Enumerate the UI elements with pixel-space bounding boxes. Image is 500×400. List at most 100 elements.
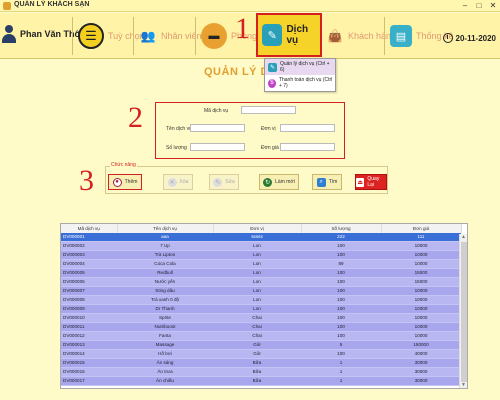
title-bar: QUẢN LÝ KHÁCH SẠN – □ ✕ <box>0 0 500 12</box>
cell-quantity: 1 <box>301 358 381 368</box>
price-field[interactable] <box>280 143 335 151</box>
scrollbar-thumb[interactable] <box>461 242 467 382</box>
refresh-button[interactable]: ↻ Làm mới <box>259 174 299 190</box>
table-row[interactable]: DV000008 Trà xanh 0 độ Lon 100 10000 <box>61 295 461 305</box>
unit-field[interactable] <box>280 124 335 132</box>
table-row[interactable]: DV000011 Nutriboost Chai 100 10000 <box>61 322 461 332</box>
table-row[interactable]: DV000012 Fanta Chai 100 10000 <box>61 331 461 341</box>
minimize-button[interactable]: – <box>460 1 470 11</box>
cell-price: 40000 <box>381 349 461 359</box>
column-header-name[interactable]: Tên dịch vụ <box>117 224 214 233</box>
cell-service-id: DV000016 <box>61 367 117 377</box>
scroll-down-icon[interactable]: ▼ <box>461 382 466 388</box>
cell-unit: Giờ <box>213 349 301 359</box>
cell-quantity: 100 <box>301 349 381 359</box>
column-header-quantity[interactable]: Số lượng <box>301 224 382 233</box>
table-header-row: Mã dịch vụ Tên dịch vụ Đơn vị Số lượng Đ… <box>61 224 462 233</box>
cell-service-name: Sting dâu <box>117 286 213 296</box>
dropdown-item-pay-service[interactable]: $ Thanh toán dịch vụ (Ctrl + 7) <box>265 75 335 91</box>
cell-quantity: 100 <box>301 313 381 323</box>
annotation-3: 3 <box>79 164 94 197</box>
cell-price: 30000 <box>381 358 461 368</box>
stats-icon: ▤ <box>390 25 412 47</box>
table-row[interactable]: DV000010 Sprite Chai 100 10000 <box>61 313 461 323</box>
table-row[interactable]: DV000004 Coca Cola Lon 89 10000 <box>61 259 461 269</box>
table-row[interactable]: DV000013 Massage Giờ 5 150000 <box>61 340 461 350</box>
cell-price: 30000 <box>381 376 461 386</box>
table-row[interactable]: DV000014 Hồ bơi Giờ 100 40000 <box>61 349 461 359</box>
cell-quantity: 1 <box>301 376 381 386</box>
cell-price: 15000 <box>381 268 461 278</box>
back-button[interactable]: ⏏ Quay Lại <box>355 174 387 190</box>
cell-service-id: DV000006 <box>61 277 117 287</box>
table-row[interactable]: DV000015 Ăn sáng Bữa 1 30000 <box>61 358 461 368</box>
add-button[interactable]: ● Thêm <box>108 174 142 190</box>
app-icon <box>3 2 11 10</box>
cell-service-name: 7 Up <box>117 241 213 251</box>
cell-price: 10000 <box>381 259 461 269</box>
cell-unit: sssss <box>213 233 301 242</box>
table-scrollbar[interactable]: ▲ ▼ <box>459 234 467 388</box>
cell-service-name: Trà Lipton <box>117 250 213 260</box>
search-icon: ⌕ <box>316 177 326 187</box>
cell-unit: Bữa <box>213 376 301 386</box>
scroll-up-icon[interactable]: ▲ <box>461 234 466 240</box>
table-row[interactable]: DV000001 aaa sssss 222 111 <box>61 233 461 242</box>
column-header-unit[interactable]: Đơn vị <box>213 224 302 233</box>
cell-service-id: DV000003 <box>61 250 117 260</box>
menu-divider <box>384 17 385 55</box>
quantity-label: Số lượng <box>166 145 187 151</box>
service-grid: Mã dịch vụ Tên dịch vụ Đơn vị Số lượng Đ… <box>61 224 462 386</box>
service-name-field[interactable] <box>190 124 245 132</box>
cell-unit: Lon <box>213 241 301 251</box>
dropdown-item-manage-service[interactable]: ✎ Quản lý dịch vụ (Ctrl + 6) <box>265 59 335 75</box>
cell-service-name: Ăn chiều <box>117 376 213 386</box>
cell-price: 10000 <box>381 313 461 323</box>
delete-button[interactable]: ✕ Xóa <box>163 174 193 190</box>
cell-unit: Lon <box>213 250 301 260</box>
table-row[interactable]: DV000002 7 Up Lon 100 10000 <box>61 241 461 251</box>
cell-service-name: Hồ bơi <box>117 349 213 359</box>
payment-icon: $ <box>268 78 276 88</box>
dropdown-item-label: Thanh toán dịch vụ (Ctrl + 7) <box>278 77 333 89</box>
menu-item-staff[interactable]: 👥 Nhân viên <box>135 17 202 55</box>
date-text: 20-11-2020 <box>455 33 496 43</box>
edit-button[interactable]: ✎ Sửa <box>209 174 239 190</box>
maximize-button[interactable]: □ <box>474 1 484 11</box>
table-row[interactable]: DV000017 Ăn chiều Bữa 1 30000 <box>61 376 461 386</box>
cell-price: 15000 <box>381 277 461 287</box>
cell-quantity: 100 <box>301 268 381 278</box>
cell-unit: Chai <box>213 331 301 341</box>
exit-icon: ⏏ <box>356 177 365 187</box>
service-id-field[interactable] <box>241 106 296 114</box>
cell-service-id: DV000011 <box>61 322 117 332</box>
cell-service-id: DV000010 <box>61 313 117 323</box>
cell-service-name: aaa <box>117 233 213 242</box>
table-row[interactable]: DV000006 Nước yến Lon 100 15000 <box>61 277 461 287</box>
table-row[interactable]: DV000005 Redbull Lon 100 15000 <box>61 268 461 278</box>
cell-service-name: Dr Thanh <box>117 304 213 314</box>
cell-unit: Bữa <box>213 367 301 377</box>
cell-service-id: DV000005 <box>61 268 117 278</box>
cell-unit: Lon <box>213 259 301 269</box>
close-button[interactable]: ✕ <box>488 1 498 11</box>
service-table[interactable]: Mã dịch vụ Tên dịch vụ Đơn vị Số lượng Đ… <box>60 223 468 389</box>
cell-service-id: DV000009 <box>61 304 117 314</box>
table-row[interactable]: DV000009 Dr Thanh Lon 100 10000 <box>61 304 461 314</box>
table-row[interactable]: DV000003 Trà Lipton Lon 100 10000 <box>61 250 461 260</box>
cell-quantity: 1 <box>301 367 381 377</box>
cell-service-name: Fanta <box>117 331 213 341</box>
table-body: DV000001 aaa sssss 222 111 DV000002 7 Up Lon 100… <box>61 233 461 386</box>
table-row[interactable]: DV000007 Sting dâu Lon 100 10000 <box>61 286 461 296</box>
cell-quantity: 5 <box>301 340 381 350</box>
quantity-field[interactable] <box>190 143 245 151</box>
function-group-legend: Chức năng <box>110 162 137 168</box>
search-button[interactable]: ⌕ Tìm <box>312 174 342 190</box>
function-group-frame <box>105 166 388 194</box>
cell-quantity: 222 <box>301 233 381 242</box>
column-header-price[interactable]: Đơn giá <box>381 224 462 233</box>
annotation-2: 2 <box>128 101 143 134</box>
column-header-id[interactable]: Mã dịch vụ <box>61 224 118 233</box>
menu-item-service[interactable]: ✎ Dịch vụ <box>256 13 322 57</box>
table-row[interactable]: DV000016 Ăn trưa Bữa 1 30000 <box>61 367 461 377</box>
